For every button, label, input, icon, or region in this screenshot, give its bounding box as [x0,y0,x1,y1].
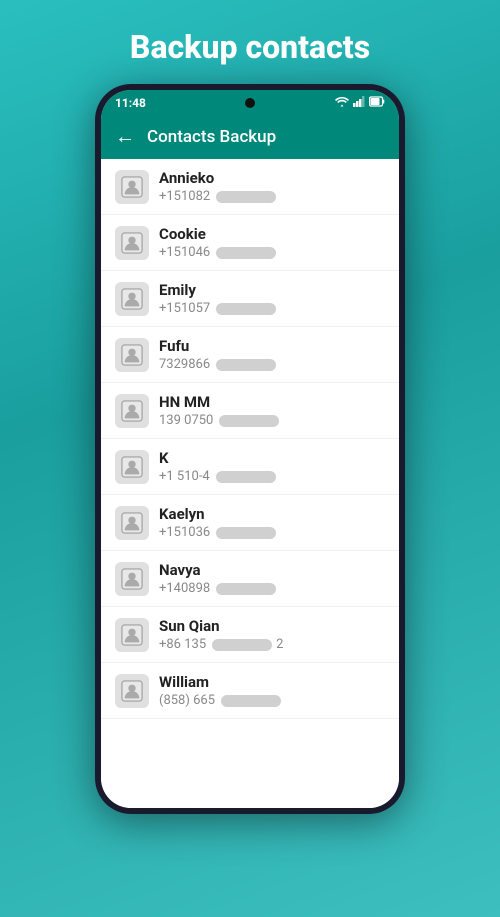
battery-icon [369,96,385,110]
contact-info: Navya +140898 [159,561,385,596]
app-bar: ← Contacts Backup [101,114,399,159]
list-item[interactable]: Sun Qian +86 1352 [101,607,399,663]
list-item[interactable]: Fufu 7329866 [101,327,399,383]
contact-info: K +1 510-4 [159,449,385,484]
contact-phone: +151082 [159,189,385,204]
contact-avatar [115,282,149,316]
contact-name: Sun Qian [159,617,385,635]
list-item[interactable]: K +1 510-4 [101,439,399,495]
contact-phone: 7329866 [159,357,385,372]
contact-info: Cookie +151046 [159,225,385,260]
contact-info: Sun Qian +86 1352 [159,617,385,652]
contact-avatar [115,338,149,372]
contact-phone: +1 510-4 [159,469,385,484]
contact-info: William (858) 665 [159,673,385,708]
contact-avatar [115,450,149,484]
contact-avatar [115,562,149,596]
contact-name: Fufu [159,337,385,355]
contact-name: K [159,449,385,467]
contact-name: Annieko [159,169,385,187]
contact-info: Annieko +151082 [159,169,385,204]
phone-wrapper: 11:48 [95,84,405,814]
contact-phone: +151036 [159,525,385,540]
phone-screen: 11:48 [101,90,399,808]
contact-avatar [115,506,149,540]
contact-info: Emily +151057 [159,281,385,316]
list-item[interactable]: Navya +140898 [101,551,399,607]
contact-name: Emily [159,281,385,299]
contact-name: Cookie [159,225,385,243]
contact-name: Kaelyn [159,505,385,523]
contact-phone: +140898 [159,581,385,596]
contact-info: Fufu 7329866 [159,337,385,372]
back-button[interactable]: ← [115,124,135,149]
status-icons [335,96,385,110]
contact-phone: (858) 665 [159,693,385,708]
contact-phone: +86 1352 [159,637,385,652]
list-item[interactable]: William (858) 665 [101,663,399,719]
contact-avatar [115,394,149,428]
contact-avatar [115,618,149,652]
list-item[interactable]: Kaelyn +151036 [101,495,399,551]
list-item[interactable]: Annieko +151082 [101,159,399,215]
contact-phone: +151046 [159,245,385,260]
list-item[interactable]: Cookie +151046 [101,215,399,271]
page-title: Backup contacts [0,0,500,84]
signal-icon [353,96,365,110]
contact-phone: +151057 [159,301,385,316]
contact-avatar [115,674,149,708]
contact-name: William [159,673,385,691]
contact-name: HN MM [159,393,385,411]
status-time: 11:48 [115,96,146,110]
camera-notch [245,98,255,108]
wifi-icon [335,96,349,110]
contact-info: HN MM 139 0750 [159,393,385,428]
contact-avatar [115,170,149,204]
contact-name: Navya [159,561,385,579]
list-item[interactable]: HN MM 139 0750 [101,383,399,439]
contact-avatar [115,226,149,260]
contact-phone: 139 0750 [159,413,385,428]
contact-info: Kaelyn +151036 [159,505,385,540]
contact-list[interactable]: Annieko +151082 Cookie +151046 Emily +15… [101,159,399,808]
list-item[interactable]: Emily +151057 [101,271,399,327]
app-bar-title: Contacts Backup [147,127,276,147]
